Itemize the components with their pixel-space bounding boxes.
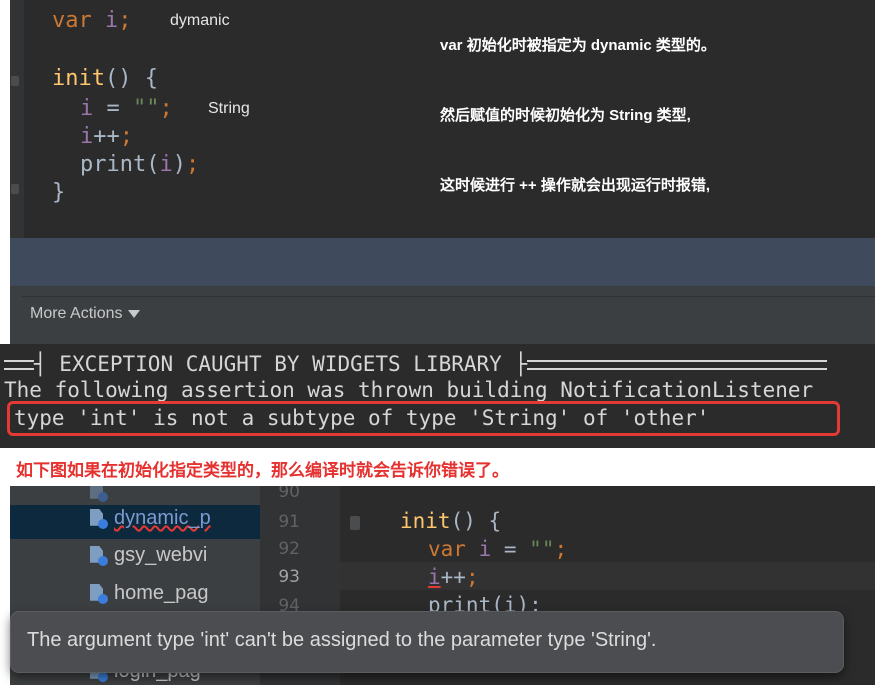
dart-file-icon	[90, 509, 108, 529]
caption-bar: 如下图如果在初始化指定类型的，那么编译时就会告诉你错误了。	[0, 450, 875, 486]
toolbar-strip	[10, 238, 875, 286]
code-line: init() {	[400, 509, 502, 533]
error-tooltip: The argument type 'int' can't be assigne…	[10, 611, 844, 673]
code-line: i = "";	[80, 96, 173, 121]
actions-toolbar: More Actions	[10, 238, 875, 344]
line-number: 93	[278, 567, 300, 587]
dart-file-icon	[90, 546, 108, 566]
more-actions-button[interactable]: More Actions	[30, 305, 141, 323]
tree-item-home-page[interactable]: home_pag	[90, 582, 260, 612]
dart-file-icon	[90, 584, 108, 604]
code-line: i++;	[80, 124, 133, 149]
annotation-note: var 初始化时被指定为 dynamic 类型的。	[440, 37, 716, 54]
annotation-note: 然后赋值的时候初始化为 String 类型,	[440, 107, 691, 124]
line-number: 91	[278, 512, 300, 532]
code-line: init() {	[52, 66, 158, 91]
code-line: }	[52, 180, 66, 205]
caption-text: 如下图如果在初始化指定类型的，那么编译时就会告诉你错误了。	[16, 461, 509, 480]
editor-gutter	[10, 0, 24, 238]
code-line: var i = "";	[428, 537, 568, 561]
more-actions-label: More Actions	[30, 305, 123, 322]
fold-marker-icon[interactable]	[11, 184, 19, 194]
actions-bar: More Actions	[22, 296, 875, 337]
assertion-line: The following assertion was thrown build…	[4, 378, 814, 402]
error-highlight-box	[7, 401, 840, 436]
tree-item-gsy-webview[interactable]: gsy_webvi	[90, 544, 260, 574]
tooltip-text: The argument type 'int' can't be assigne…	[27, 629, 657, 651]
line-number: 92	[278, 539, 300, 559]
current-line-highlight	[340, 562, 875, 590]
console-output: ┤ EXCEPTION CAUGHT BY WIDGETS LIBRARY ├ …	[0, 344, 875, 448]
dropdown-arrow-icon	[128, 309, 141, 318]
tree-item-dynamic[interactable]: dynamic_p	[90, 507, 260, 537]
type-hint: String	[208, 100, 250, 117]
dart-file-icon	[90, 486, 108, 502]
code-line: print(i);	[80, 152, 200, 177]
fold-marker-icon[interactable]	[11, 76, 19, 86]
code-line: i++;	[428, 565, 479, 589]
exception-header: ┤ EXCEPTION CAUGHT BY WIDGETS LIBRARY ├	[4, 352, 828, 376]
code-line: var i;	[52, 8, 132, 33]
annotation-note: 这时候进行 ++ 操作就会出现运行时报错,	[440, 177, 711, 194]
type-hint: dymanic	[170, 12, 230, 29]
code-snippet-panel: var i; dymanic init() { i = ""; String i…	[10, 0, 875, 238]
line-number: 90	[278, 486, 300, 502]
